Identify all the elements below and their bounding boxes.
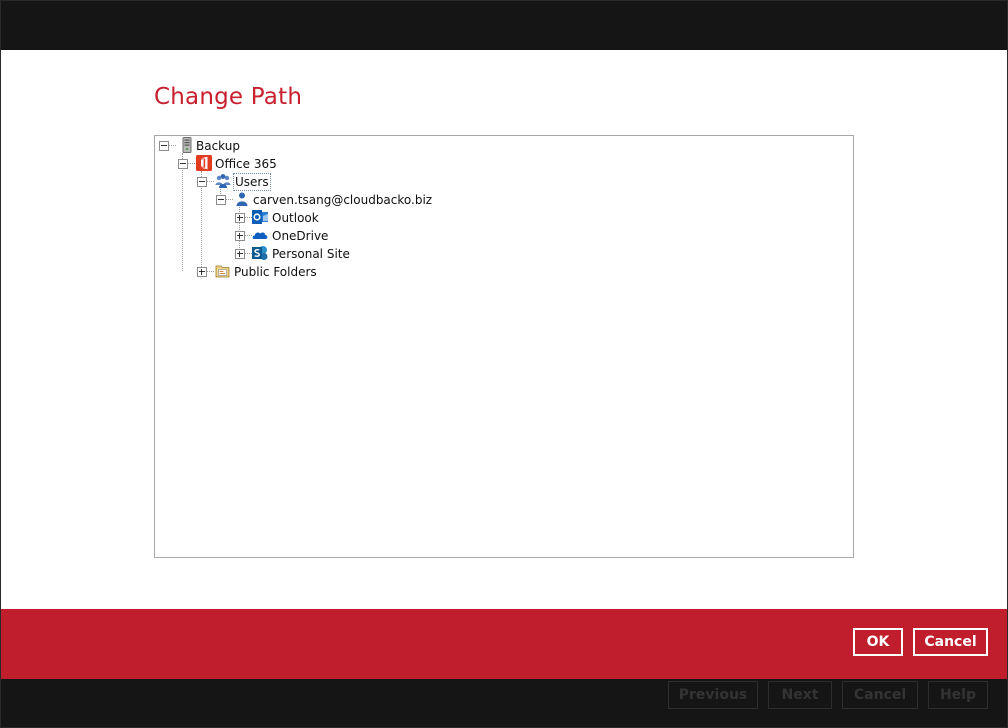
next-button-background: Next bbox=[768, 681, 832, 709]
change-path-window: Change Path Backup Office 365 Users carv… bbox=[0, 0, 1008, 728]
tree-label: Outlook bbox=[272, 211, 319, 225]
collapse-toggle[interactable] bbox=[178, 159, 188, 169]
expand-toggle[interactable] bbox=[235, 231, 245, 241]
public-folder-icon bbox=[215, 263, 231, 279]
help-button-background: Help bbox=[928, 681, 988, 709]
tree-label: Backup bbox=[196, 139, 240, 153]
path-tree[interactable]: Backup Office 365 Users carven.tsang@clo… bbox=[154, 135, 854, 558]
top-bar bbox=[1, 1, 1007, 50]
cancel-button-background: Cancel bbox=[842, 681, 918, 709]
collapse-toggle[interactable] bbox=[197, 177, 207, 187]
ok-button[interactable]: OK bbox=[853, 628, 903, 656]
dialog-footer: OK Cancel bbox=[1, 609, 1007, 679]
background-wizard-bar: Previous Next Cancel Help bbox=[1, 679, 1007, 727]
tree-label: Office 365 bbox=[215, 157, 277, 171]
users-group-icon bbox=[215, 173, 231, 189]
tree-node-backup[interactable]: Backup bbox=[155, 137, 455, 155]
user-icon bbox=[234, 191, 250, 207]
tree-node-outlook[interactable]: Outlook bbox=[155, 209, 455, 227]
tree-label: Public Folders bbox=[234, 265, 317, 279]
expand-toggle[interactable] bbox=[197, 267, 207, 277]
server-icon bbox=[179, 137, 195, 153]
tree-node-personal-site[interactable]: Personal Site bbox=[155, 245, 455, 263]
previous-button-background: Previous bbox=[668, 681, 758, 709]
dialog-content: Change Path Backup Office 365 Users carv… bbox=[1, 50, 1007, 609]
office365-icon bbox=[196, 155, 212, 171]
cancel-button[interactable]: Cancel bbox=[913, 628, 988, 656]
collapse-toggle[interactable] bbox=[159, 141, 169, 151]
onedrive-cloud-icon bbox=[252, 227, 268, 243]
page-title: Change Path bbox=[154, 84, 303, 110]
tree-label: Personal Site bbox=[272, 247, 350, 261]
tree-label: Users bbox=[233, 173, 271, 191]
tree-node-office365[interactable]: Office 365 bbox=[155, 155, 455, 173]
tree-node-onedrive[interactable]: OneDrive bbox=[155, 227, 455, 245]
sharepoint-icon bbox=[252, 245, 268, 261]
collapse-toggle[interactable] bbox=[216, 195, 226, 205]
expand-toggle[interactable] bbox=[235, 249, 245, 259]
tree-node-user[interactable]: carven.tsang@cloudbacko.biz bbox=[155, 191, 475, 209]
tree-label: OneDrive bbox=[272, 229, 329, 243]
expand-toggle[interactable] bbox=[235, 213, 245, 223]
tree-node-users[interactable]: Users bbox=[155, 173, 455, 191]
tree-node-public-folders[interactable]: Public Folders bbox=[155, 263, 455, 281]
outlook-icon bbox=[252, 209, 268, 225]
tree-label: carven.tsang@cloudbacko.biz bbox=[253, 193, 433, 207]
